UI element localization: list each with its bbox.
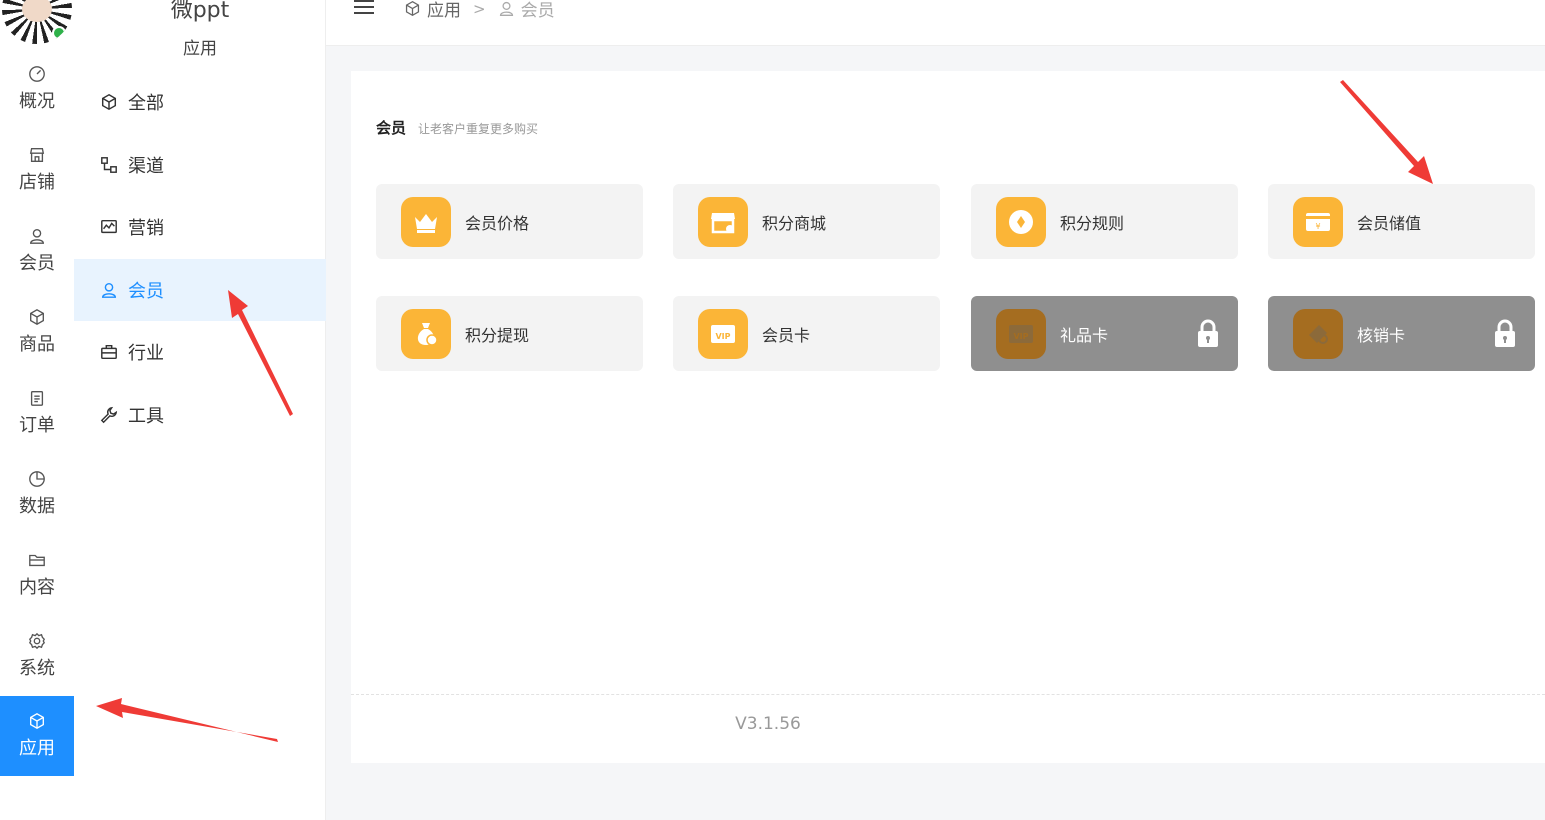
category-industry[interactable]: 行业 (74, 321, 326, 383)
svg-text:VIP: VIP (715, 332, 730, 341)
user-icon (499, 1, 513, 16)
rail-item-label: 系统 (19, 658, 55, 679)
section-description: 让老客户重复更多购买 (418, 122, 539, 136)
category-label: 会员 (128, 281, 164, 302)
rail-item-apps[interactable]: 应用 (0, 696, 74, 776)
app-tile-redeem-card[interactable]: 核销卡 (1268, 296, 1535, 371)
dashboard-icon (29, 66, 45, 82)
app-tile-points-withdraw[interactable]: 积分提现 (376, 296, 643, 371)
rail-item-label: 应用 (19, 738, 55, 759)
category-tools[interactable]: 工具 (74, 384, 326, 446)
app-tile-points-rules[interactable]: 积分规则 (971, 184, 1238, 259)
lock-icon (1495, 319, 1515, 347)
shop-icon (698, 196, 748, 247)
category-all[interactable]: 全部 (74, 71, 326, 133)
menu-section-title: 应用 (183, 39, 217, 59)
wallet-icon: ¥ (1293, 196, 1343, 247)
category-label: 工具 (128, 406, 164, 427)
briefcase-icon (101, 344, 117, 360)
rail-item-label: 订单 (19, 415, 55, 436)
cube-icon (101, 93, 117, 111)
coin-icon (996, 196, 1046, 247)
app-name: 积分提现 (465, 325, 530, 345)
app-name: 核销卡 (1357, 325, 1406, 345)
app-name: 礼品卡 (1060, 325, 1109, 345)
app-tile-member-deposit[interactable]: ¥ 会员储值 (1268, 184, 1535, 259)
rail-item-label: 会员 (19, 253, 55, 274)
svg-text:¥: ¥ (1315, 222, 1320, 231)
crown-icon (401, 196, 451, 247)
app-category-menu: 微ppt 应用 全部 渠道 营销 会员 行业 工具 (74, 0, 326, 820)
channel-icon (101, 157, 117, 173)
money-bag-icon (401, 308, 451, 359)
vip-card-icon: VIP (698, 308, 748, 359)
user-icon (30, 229, 44, 244)
wrench-icon (100, 406, 118, 424)
folder-icon (29, 554, 45, 567)
rail-item-content[interactable]: 内容 (0, 535, 74, 615)
rail-item-label: 内容 (19, 577, 55, 598)
app-name: 积分商城 (762, 213, 827, 233)
app-tile-member-card[interactable]: VIP 会员卡 (673, 296, 940, 371)
breadcrumb-current: 会员 (498, 0, 555, 21)
clipboard-icon (30, 391, 44, 406)
category-label: 渠道 (128, 156, 164, 177)
category-member[interactable]: 会员 (74, 259, 326, 321)
rail-item-label: 数据 (19, 496, 55, 517)
category-channel[interactable]: 渠道 (74, 134, 326, 196)
lock-icon (1198, 319, 1218, 347)
box-icon (30, 309, 44, 325)
trend-icon (101, 219, 117, 234)
rail-item-label: 概况 (19, 91, 55, 112)
version-label: V3.1.56 (735, 714, 801, 734)
category-marketing[interactable]: 营销 (74, 196, 326, 258)
gear-icon (28, 632, 46, 650)
rail-item-system[interactable]: 系统 (0, 616, 74, 696)
app-name: 会员储值 (1357, 213, 1422, 233)
rail-item-store[interactable]: 店铺 (0, 130, 74, 210)
vip-card-icon: VIP (996, 308, 1046, 359)
mini-program-qr-avatar[interactable] (2, 0, 72, 44)
app-name: 积分规则 (1060, 213, 1125, 233)
store-icon (29, 148, 45, 162)
rail-item-label: 店铺 (19, 172, 55, 193)
app-name: 会员卡 (762, 325, 811, 345)
ticket-icon (1293, 308, 1343, 359)
menu-toggle-icon[interactable] (354, 0, 374, 18)
breadcrumb-separator: > (473, 0, 486, 18)
rail-item-goods[interactable]: 商品 (0, 292, 74, 372)
user-icon (101, 282, 117, 298)
pie-chart-icon (29, 471, 45, 487)
app-name: 会员价格 (465, 213, 530, 233)
rail-item-label: 商品 (19, 334, 55, 355)
app-tile-points-mall[interactable]: 积分商城 (673, 184, 940, 259)
app-tile-gift-card[interactable]: VIP 礼品卡 (971, 296, 1238, 371)
footer-divider (351, 694, 1545, 695)
cube-icon (405, 0, 420, 17)
category-label: 营销 (128, 218, 164, 239)
app-tile-member-price[interactable]: 会员价格 (376, 184, 643, 259)
rail-item-orders[interactable]: 订单 (0, 373, 74, 453)
rail-item-overview[interactable]: 概况 (0, 49, 74, 129)
apps-card: 会员 让老客户重复更多购买 会员价格 积分商城 积分规则 ¥ 会员储值 积分提现 (351, 71, 1545, 763)
category-label: 行业 (128, 343, 164, 364)
section-title: 会员 (376, 119, 407, 137)
top-header: 应用 > 会员 (326, 0, 1545, 46)
icon-rail: 概况 店铺 会员 商品 订单 数据 内容 系统 应用 (0, 0, 74, 820)
section-header: 会员 让老客户重复更多购买 (376, 117, 538, 138)
rail-item-data[interactable]: 数据 (0, 454, 74, 534)
breadcrumb: 应用 > 会员 (404, 0, 555, 21)
category-label: 全部 (128, 93, 164, 114)
rail-item-member[interactable]: 会员 (0, 211, 74, 291)
brand-title: 微ppt (170, 0, 230, 23)
svg-text:VIP: VIP (1013, 332, 1028, 341)
breadcrumb-root[interactable]: 应用 (427, 0, 461, 21)
